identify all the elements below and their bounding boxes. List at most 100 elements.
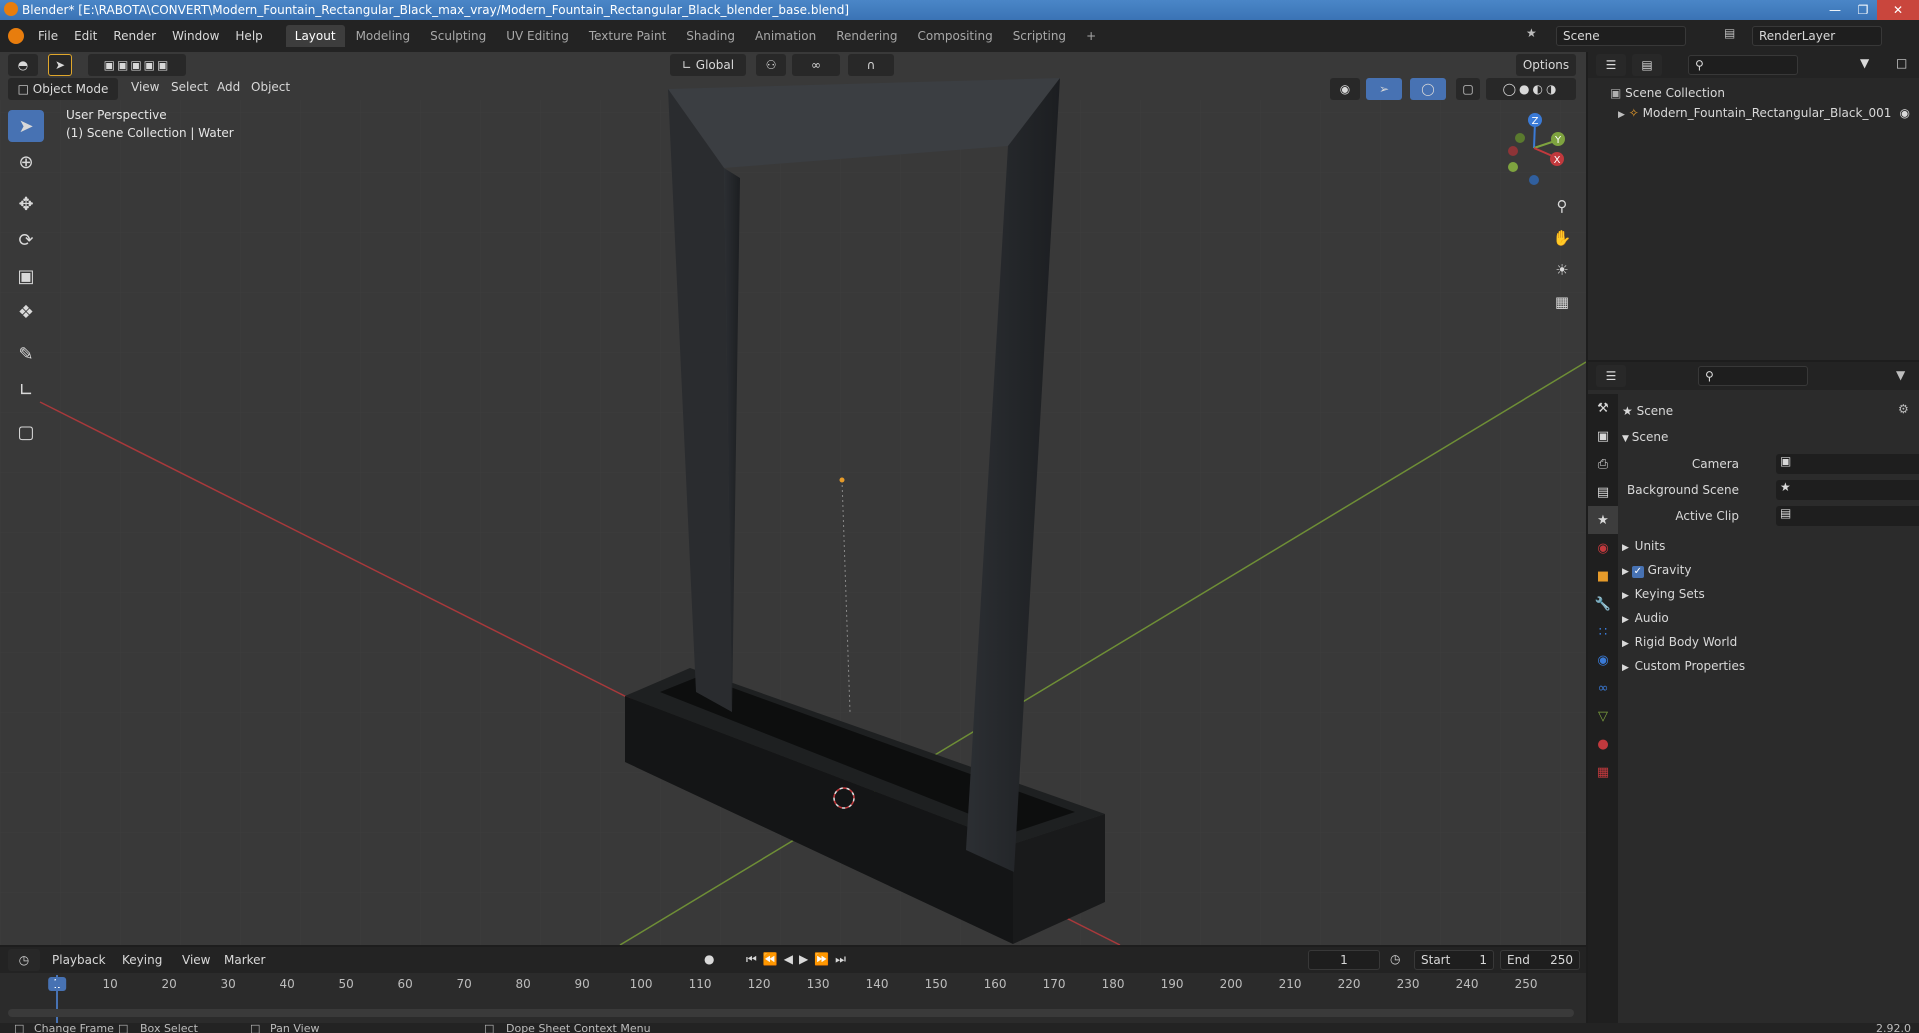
section-audio[interactable]: ▶ Audio xyxy=(1622,607,1669,629)
visibility-icon[interactable]: ◉ xyxy=(1330,78,1360,100)
blender-menu-icon[interactable] xyxy=(8,28,24,44)
timeline-menu-keying[interactable]: Keying xyxy=(122,953,162,967)
material-tab-icon[interactable]: ● xyxy=(1588,730,1618,758)
renderlayer-selector[interactable]: RenderLayer xyxy=(1752,26,1882,46)
tab-sculpting[interactable]: Sculpting xyxy=(421,25,495,47)
3d-viewport[interactable]: ◓ ➤ ▣▣▣▣▣ ∟ Global ⚇ ∞ ∩ Options □ Objec… xyxy=(0,52,1586,945)
scene-tab-icon[interactable]: ★ xyxy=(1588,506,1618,534)
timeline-scrollbar[interactable] xyxy=(8,1009,1574,1017)
select-mode-icons[interactable]: ▣▣▣▣▣ xyxy=(88,54,186,76)
record-icon[interactable]: ● xyxy=(704,952,714,966)
menu-file[interactable]: File xyxy=(30,29,66,43)
tab-shading[interactable]: Shading xyxy=(677,25,744,47)
menu-edit[interactable]: Edit xyxy=(66,29,105,43)
tab-scripting[interactable]: Scripting xyxy=(1004,25,1075,47)
start-frame-field[interactable]: Start 1 xyxy=(1414,950,1494,970)
restore-icon[interactable]: ❐ xyxy=(1849,0,1877,20)
xray-icon[interactable]: ▢ xyxy=(1456,78,1480,100)
add-cube-tool-icon[interactable]: ▢ xyxy=(8,416,44,448)
tab-uv-editing[interactable]: UV Editing xyxy=(497,25,578,47)
properties-options-icon[interactable]: ▼ xyxy=(1896,368,1905,382)
section-keying-sets[interactable]: ▶ Keying Sets xyxy=(1622,583,1705,605)
section-custom-properties[interactable]: ▶ Custom Properties xyxy=(1622,655,1745,677)
pan-hand-icon[interactable]: ✋ xyxy=(1548,224,1576,252)
physics-tab-icon[interactable]: ◉ xyxy=(1588,646,1618,674)
view-layer-tab-icon[interactable]: ▤ xyxy=(1588,478,1618,506)
close-icon[interactable]: ✕ xyxy=(1877,0,1919,20)
tab-modeling[interactable]: Modeling xyxy=(347,25,420,47)
outliner-editor-icon[interactable]: ☰ xyxy=(1596,54,1626,76)
ortho-grid-icon[interactable]: ▦ xyxy=(1548,288,1576,316)
vp-menu-add[interactable]: Add xyxy=(217,80,240,94)
vp-menu-view[interactable]: View xyxy=(131,80,159,94)
cursor-tool-icon[interactable]: ⊕ xyxy=(8,146,44,178)
rotate-tool-icon[interactable]: ⟳ xyxy=(8,224,44,256)
scale-tool-icon[interactable]: ▣ xyxy=(8,260,44,292)
output-tab-icon[interactable]: ⎙ xyxy=(1588,450,1618,478)
mode-selector[interactable]: □ Object Mode xyxy=(8,78,118,100)
editor-type-icon[interactable]: ◓ xyxy=(8,54,38,76)
timeline-menu-marker[interactable]: Marker xyxy=(224,953,265,967)
tab-rendering[interactable]: Rendering xyxy=(827,25,906,47)
timeline-ruler[interactable]: 1102030405060708090100110120130140150160… xyxy=(0,975,1586,999)
overlay-toggle-icon[interactable]: ◯ xyxy=(1410,78,1446,100)
constraints-tab-icon[interactable]: ∞ xyxy=(1588,674,1618,702)
properties-search-input[interactable]: ⚲ xyxy=(1698,366,1808,386)
zoom-icon[interactable]: ⚲ xyxy=(1548,192,1576,220)
vp-menu-select[interactable]: Select xyxy=(171,80,208,94)
menu-render[interactable]: Render xyxy=(105,29,164,43)
camera-field[interactable]: ▣✎ xyxy=(1776,454,1919,474)
expand-arrow-icon[interactable]: ▶ xyxy=(1618,110,1625,120)
section-gravity[interactable]: ▶ ✓ Gravity xyxy=(1622,559,1691,581)
menu-window[interactable]: Window xyxy=(164,29,227,43)
timeline-editor[interactable]: ◷ Playback Keying View Marker ● ⏮⏪◀▶⏩⏭ 1… xyxy=(0,947,1586,1023)
current-frame-field[interactable]: 1 xyxy=(1308,950,1380,970)
select-tool-icon[interactable]: ➤ xyxy=(48,54,72,76)
measure-tool-icon[interactable]: ∟ xyxy=(8,374,44,406)
new-collection-icon[interactable]: □ xyxy=(1896,56,1907,70)
renderlayer-icon[interactable]: ▤ xyxy=(1724,26,1735,40)
vp-menu-object[interactable]: Object xyxy=(251,80,290,94)
transform-tool-icon[interactable]: ❖ xyxy=(8,296,44,328)
display-mode-icon[interactable]: ▤ xyxy=(1632,54,1662,76)
world-tab-icon[interactable]: ◉ xyxy=(1588,534,1618,562)
gravity-checkbox[interactable]: ✓ xyxy=(1631,566,1644,578)
navigation-gizmo[interactable]: Z Y X xyxy=(1500,108,1570,188)
transform-orientation[interactable]: ∟ Global xyxy=(670,54,746,76)
tab-layout[interactable]: Layout xyxy=(285,25,345,47)
timeline-editor-icon[interactable]: ◷ xyxy=(8,949,40,971)
camera-view-icon[interactable]: ☀ xyxy=(1548,256,1576,284)
outliner-item[interactable]: ▶ ✧ Modern_Fountain_Rectangular_Black_00… xyxy=(1618,106,1918,120)
section-units[interactable]: ▶ Units xyxy=(1622,535,1665,557)
annotate-tool-icon[interactable]: ✎ xyxy=(8,338,44,370)
tab-texture-paint[interactable]: Texture Paint xyxy=(580,25,675,47)
options-button[interactable]: Options xyxy=(1516,54,1576,76)
texture-tab-icon[interactable]: ▦ xyxy=(1588,758,1618,786)
outliner-root[interactable]: ▣ Scene Collection xyxy=(1610,86,1725,100)
filter-icon[interactable]: ▼ xyxy=(1860,56,1869,70)
object-tab-icon[interactable]: ■ xyxy=(1588,562,1618,590)
timeline-menu-playback[interactable]: Playback xyxy=(52,953,106,967)
gizmo-toggle-icon[interactable]: ➢ xyxy=(1366,78,1402,100)
timeline-menu-view[interactable]: View xyxy=(182,953,210,967)
scene-panel-header[interactable]: ▼ Scene xyxy=(1622,426,1668,448)
minimize-icon[interactable]: — xyxy=(1821,0,1849,20)
section-rigid-body-world[interactable]: ▶ Rigid Body World xyxy=(1622,631,1737,653)
add-workspace-icon[interactable]: + xyxy=(1077,25,1105,47)
scene-icon[interactable]: ★ xyxy=(1526,26,1537,40)
shading-mode-icons[interactable]: ◯●◐◑ xyxy=(1486,78,1576,100)
tool-tab-icon[interactable]: ⚒ xyxy=(1588,394,1618,422)
particles-tab-icon[interactable]: ∷ xyxy=(1588,618,1618,646)
pivot-icon[interactable]: ⚇ xyxy=(756,54,786,76)
preview-range-icon[interactable]: ◷ xyxy=(1390,952,1400,966)
pin-icon[interactable]: ⚙ xyxy=(1898,402,1909,416)
eye-icon[interactable]: ◉ xyxy=(1900,106,1910,120)
playback-controls-icons[interactable]: ⏮⏪◀▶⏩⏭ xyxy=(746,952,852,967)
scene-selector[interactable]: Scene xyxy=(1556,26,1686,46)
move-tool-icon[interactable]: ✥ xyxy=(8,188,44,220)
properties-editor-icon[interactable]: ☰ xyxy=(1596,365,1626,387)
render-tab-icon[interactable]: ▣ xyxy=(1588,422,1618,450)
tab-compositing[interactable]: Compositing xyxy=(908,25,1001,47)
active-clip-field[interactable]: ▤ xyxy=(1776,506,1919,526)
menu-help[interactable]: Help xyxy=(227,29,270,43)
